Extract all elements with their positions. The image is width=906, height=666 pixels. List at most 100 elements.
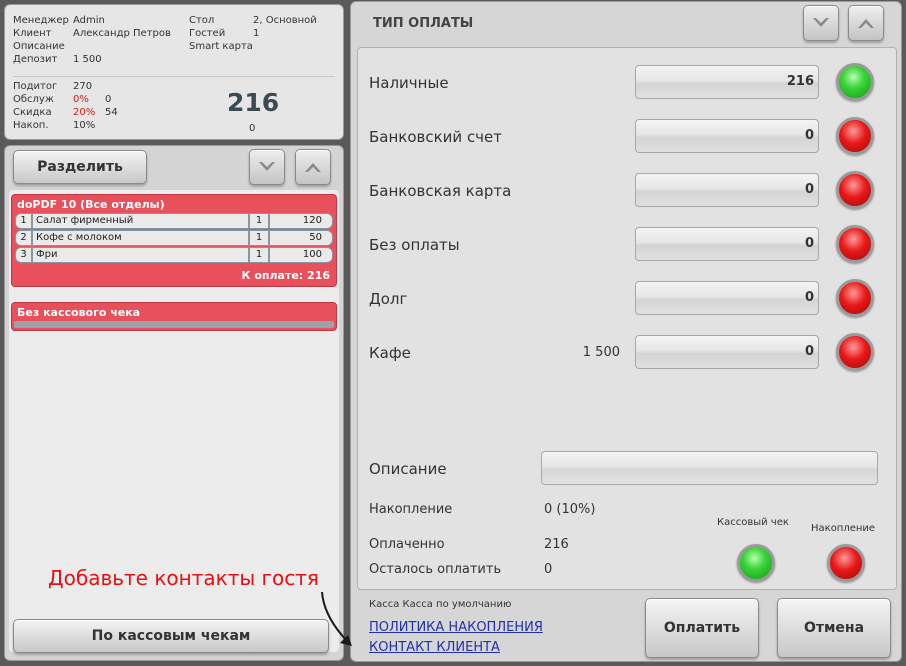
payment-scroll-down-button[interactable] <box>803 5 839 41</box>
receipt-toggle[interactable] <box>737 544 775 582</box>
table-label: Стол <box>189 15 215 26</box>
accumulation-toggle-label: Накопление <box>811 523 876 534</box>
payment-panel: ТИП ОПЛАТЫ Наличные 216 Банковский счет … <box>350 1 902 662</box>
method-debt-status-toggle[interactable] <box>836 279 874 317</box>
table-row[interactable]: 1 Салат фирменный 1 120 <box>15 213 333 229</box>
manager-label: Менеджер <box>13 15 69 26</box>
method-bank-account-amount[interactable]: 0 <box>635 119 819 153</box>
method-cafe-label: Кафе <box>369 344 411 362</box>
remaining-value: 0 <box>544 562 553 577</box>
chevron-up-icon <box>858 19 874 28</box>
client-label: Клиент <box>13 28 52 39</box>
method-cash-status-toggle[interactable] <box>836 63 874 101</box>
description-label: Описание <box>13 41 65 52</box>
chevron-down-icon <box>259 162 275 171</box>
method-bank-card-amount[interactable]: 0 <box>635 173 819 207</box>
method-bank-account-status-toggle[interactable] <box>836 117 874 155</box>
table-row[interactable]: 3 Фри 1 100 <box>15 247 333 263</box>
service-label: Обслуж <box>13 94 54 105</box>
method-bank-card-status-toggle[interactable] <box>836 171 874 209</box>
smart-card-label: Smart карта <box>189 41 253 52</box>
discount-value: 54 <box>105 107 118 118</box>
subtotal-value: 270 <box>73 81 93 92</box>
method-cash-label: Наличные <box>369 74 449 92</box>
client-value: Александр Петров <box>73 28 171 39</box>
subtotal-label: Подитог <box>13 81 58 92</box>
table-row[interactable]: 2 Кофе с молоком 1 50 <box>15 230 333 246</box>
client-contact-link[interactable]: КОНТАКТ КЛИЕНТА <box>369 640 500 655</box>
order-info-panel: Менеджер Admin Клиент Александр Петров Опи… <box>4 4 344 140</box>
item-name: Кофе с молоком <box>32 230 249 246</box>
annotation-arrow-icon <box>321 591 352 646</box>
remaining-label: Осталось оплатить <box>369 562 502 577</box>
group-total: К оплате: 216 <box>241 269 330 282</box>
group-empty-strip <box>14 321 334 328</box>
description-label: Описание <box>369 460 447 478</box>
cash-register-info: Касса Касса по умолчанию <box>369 599 512 610</box>
method-cafe-status-toggle[interactable] <box>836 333 874 371</box>
accum-total-value: 0 <box>249 123 256 134</box>
method-no-payment-amount[interactable]: 0 <box>635 227 819 261</box>
discount-label: Скидка <box>13 107 52 118</box>
item-price: 50 <box>269 230 333 246</box>
by-receipts-button[interactable]: По кассовым чекам <box>13 619 329 653</box>
table-value: 2, Основной <box>253 15 317 26</box>
accum-label: Накоп. <box>13 120 49 131</box>
order-group[interactable]: doPDF 10 (Все отделы) 1 Салат фирменный … <box>11 194 337 287</box>
method-cafe-deposit: 1 500 <box>582 345 620 360</box>
accumulation-policy-link[interactable]: ПОЛИТИКА НАКОПЛЕНИЯ <box>369 620 543 635</box>
accumulation-label: Накопление <box>369 502 453 517</box>
scroll-down-button[interactable] <box>249 149 285 185</box>
guests-label: Гостей <box>189 28 226 39</box>
order-group-no-receipt[interactable]: Без кассового чека <box>11 302 337 331</box>
info-right-column: Стол 2, Основной Гостей 1 Smart карта <box>189 14 317 53</box>
method-cafe-amount[interactable]: 0 <box>635 335 819 369</box>
group-title: doPDF 10 (Все отделы) <box>17 198 165 211</box>
method-debt-label: Долг <box>369 290 408 308</box>
payment-title: ТИП ОПЛАТЫ <box>373 16 474 31</box>
info-divider <box>13 76 335 77</box>
annotation-text: Добавьте контакты гостя <box>48 566 319 590</box>
method-bank-account-label: Банковский счет <box>369 128 503 146</box>
method-cash-amount[interactable]: 216 <box>635 65 819 99</box>
info-left-column: Менеджер Admin Клиент Александр Петров Опи… <box>13 14 171 66</box>
accumulation-value: 0 (10%) <box>544 502 596 517</box>
description-input[interactable] <box>541 451 878 485</box>
accum-pct: 10% <box>73 120 96 131</box>
chevron-up-icon <box>305 163 321 172</box>
pay-button[interactable]: Оплатить <box>645 598 759 658</box>
item-price: 120 <box>269 213 333 229</box>
method-no-payment-status-toggle[interactable] <box>836 225 874 263</box>
discount-pct: 20% <box>73 107 96 118</box>
payment-scroll-up-button[interactable] <box>848 5 884 41</box>
service-value: 0 <box>105 94 112 105</box>
item-price: 100 <box>269 247 333 263</box>
method-no-payment-label: Без оплаты <box>369 236 460 254</box>
method-bank-card-label: Банковская карта <box>369 182 512 200</box>
info-totals: Подитог 270 Обслуж 0% 0 Скидка 20% 54 Накоп. 1… <box>13 80 118 132</box>
paid-label: Оплаченно <box>369 537 445 552</box>
guests-value: 1 <box>253 28 260 39</box>
paid-value: 216 <box>544 537 569 552</box>
deposit-label: Депозит <box>13 54 58 65</box>
item-number: 3 <box>15 247 32 263</box>
method-debt-amount[interactable]: 0 <box>635 281 819 315</box>
chevron-down-icon <box>813 18 829 27</box>
order-total: 216 <box>227 88 280 117</box>
split-button[interactable]: Разделить <box>13 150 147 184</box>
group-title: Без кассового чека <box>17 306 141 319</box>
scroll-up-button[interactable] <box>295 149 331 185</box>
deposit-value: 1 500 <box>73 54 102 65</box>
payment-methods-area: Наличные 216 Банковский счет 0 Банковска… <box>357 47 897 590</box>
accumulation-toggle[interactable] <box>827 544 865 582</box>
item-qty: 1 <box>249 247 269 263</box>
manager-value: Admin <box>73 15 105 26</box>
item-number: 2 <box>15 230 32 246</box>
item-number: 1 <box>15 213 32 229</box>
item-name: Салат фирменный <box>32 213 249 229</box>
service-pct: 0% <box>73 94 89 105</box>
item-qty: 1 <box>249 230 269 246</box>
cancel-button[interactable]: Отмена <box>777 598 891 658</box>
item-name: Фри <box>32 247 249 263</box>
receipt-toggle-label: Кассовый чек <box>717 517 789 528</box>
